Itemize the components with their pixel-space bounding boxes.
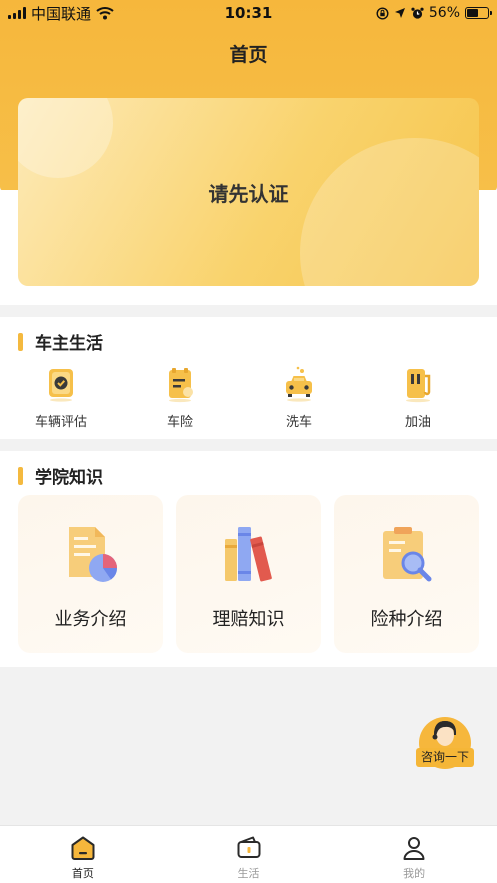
life-item-car-insurance[interactable]: 车险: [122, 365, 238, 430]
user-icon: [403, 837, 425, 860]
battery-percent: 56%: [428, 5, 460, 21]
cellular-signal-icon: [8, 7, 26, 19]
car-life-section: 车主生活 车辆评估 车险 洗车 加油: [0, 317, 497, 439]
tab-life[interactable]: 生活: [166, 826, 332, 883]
screen-lock-icon: [376, 6, 389, 20]
vehicle-assessment-icon: [49, 369, 73, 402]
tab-bar: 首页 生活 我的: [0, 825, 497, 883]
status-bar: 中国联通 10:31 56%: [0, 0, 497, 26]
card-business-intro[interactable]: 业务介绍: [18, 495, 163, 653]
fuel-pump-icon: [406, 369, 431, 403]
tab-label: 生活: [237, 867, 260, 880]
carrier-name: 中国联通: [31, 4, 92, 23]
card-label: 业务介绍: [54, 609, 127, 630]
tab-label: 首页: [71, 867, 94, 880]
tab-label: 我的: [403, 867, 426, 880]
life-item-label: 洗车: [285, 415, 312, 430]
life-item-vehicle-assessment[interactable]: 车辆评估: [3, 365, 119, 430]
page-title: 首页: [229, 44, 268, 66]
card-label: 险种介绍: [370, 609, 443, 630]
verify-prompt: 请先认证: [208, 182, 289, 206]
life-item-label: 车险: [166, 415, 193, 430]
wifi-icon: [96, 7, 114, 20]
books-icon: [224, 527, 272, 582]
car-life-header: 车主生活: [18, 329, 103, 354]
car-wash-icon: [286, 366, 312, 402]
academy-header: 学院知识: [18, 463, 103, 488]
verify-banner[interactable]: 请先认证: [18, 98, 479, 286]
life-item-fuel[interactable]: 加油: [360, 365, 476, 430]
clipboard-search-icon: [382, 527, 431, 582]
car-life-title: 车主生活: [35, 334, 103, 354]
location-arrow-icon: [394, 8, 405, 18]
life-item-car-wash[interactable]: 洗车: [241, 365, 357, 430]
card-label: 理赔知识: [212, 609, 285, 630]
battery-icon: [465, 7, 492, 19]
life-item-label: 加油: [404, 415, 431, 430]
alarm-icon: [411, 7, 424, 19]
section-marker: [18, 466, 23, 485]
life-item-label: 车辆评估: [34, 415, 87, 430]
academy-title: 学院知识: [35, 468, 103, 488]
card-insurance-types[interactable]: 险种介绍: [334, 495, 479, 653]
card-claims-knowledge[interactable]: 理赔知识: [176, 495, 321, 653]
tab-home[interactable]: 首页: [0, 826, 166, 883]
status-time: 10:31: [224, 4, 273, 22]
car-insurance-icon: [169, 368, 193, 403]
tab-mine[interactable]: 我的: [331, 826, 497, 883]
academy-section: 学院知识 业务介绍 理赔知识 险种介绍: [0, 451, 497, 667]
consult-button[interactable]: 咨询一下: [416, 748, 474, 767]
section-marker: [18, 332, 23, 351]
business-document-icon: [68, 527, 117, 582]
home-icon: [71, 836, 95, 860]
wallet-icon: [237, 836, 260, 858]
